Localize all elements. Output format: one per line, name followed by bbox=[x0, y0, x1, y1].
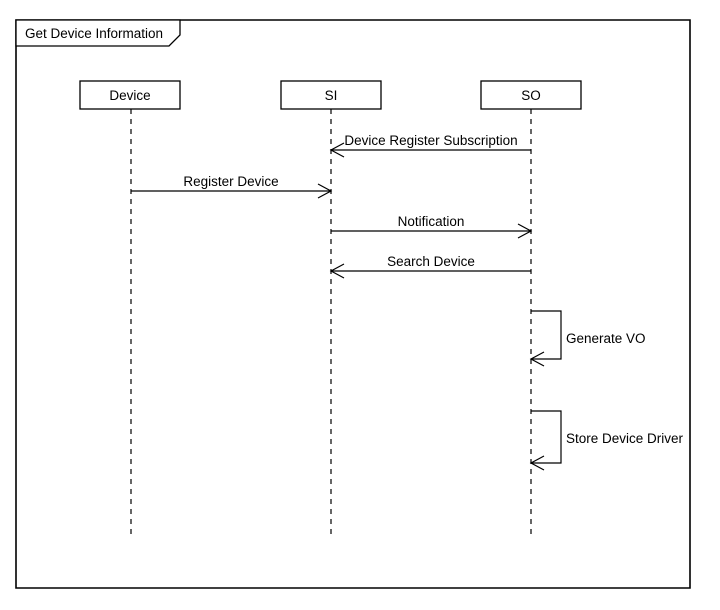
message-label-2: Register Device bbox=[183, 174, 278, 189]
lifeline-name-si: SI bbox=[325, 88, 338, 103]
message-3[interactable]: Notification bbox=[331, 214, 533, 239]
self-message-loop-5[interactable] bbox=[531, 310, 562, 360]
message-label-4: Search Device bbox=[387, 254, 475, 269]
message-label-1: Device Register Subscription bbox=[344, 133, 517, 148]
self-message-5[interactable]: Generate VO bbox=[529, 310, 646, 367]
lifeline-device[interactable]: Device bbox=[79, 80, 181, 537]
lifeline-name-device: Device bbox=[109, 88, 150, 103]
self-message-loop-6[interactable] bbox=[531, 410, 562, 464]
message-1[interactable]: Device Register Subscription bbox=[329, 133, 531, 158]
sequence-diagram-canvas: Get Device Information Device SI SO Device… bbox=[0, 0, 720, 610]
message-label-3: Notification bbox=[398, 214, 465, 229]
frame-title-tab: Get Device Information bbox=[15, 19, 181, 47]
messages-group: Device Register Subscription Register Dev… bbox=[131, 133, 533, 279]
frame-title-label: Get Device Information bbox=[25, 26, 163, 41]
sequence-diagram-svg: Get Device Information Device SI SO Device… bbox=[15, 19, 691, 589]
message-2[interactable]: Register Device bbox=[131, 174, 333, 199]
self-messages-group: Generate VO Store Device Driver bbox=[529, 310, 684, 471]
self-message-label-6: Store Device Driver bbox=[566, 431, 684, 446]
self-message-6[interactable]: Store Device Driver bbox=[529, 410, 684, 471]
self-message-label-5: Generate VO bbox=[566, 331, 646, 346]
message-4[interactable]: Search Device bbox=[329, 254, 531, 279]
lifeline-name-so: SO bbox=[521, 88, 541, 103]
